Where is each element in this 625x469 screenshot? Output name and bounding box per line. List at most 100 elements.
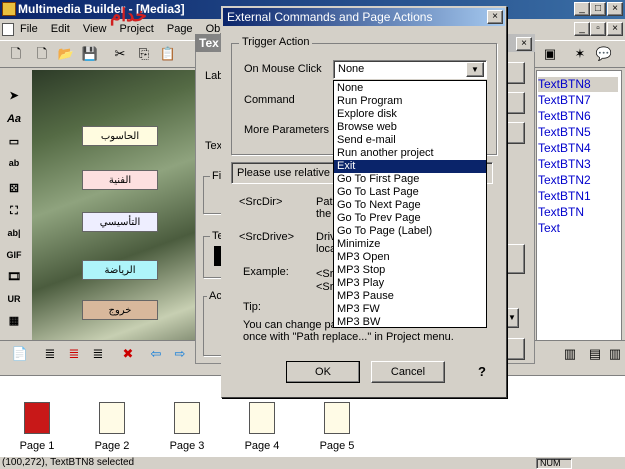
tip-label: Tip:	[243, 301, 261, 313]
object-item[interactable]: TextBTN3	[538, 157, 618, 172]
object-item[interactable]: TextBTN1	[538, 189, 618, 204]
dropdown-option[interactable]: Go To Last Page	[334, 186, 486, 199]
distribute-icon[interactable]: ▤	[585, 344, 605, 364]
wand-icon[interactable]: ✶	[570, 44, 590, 64]
open-icon[interactable]: 📂	[56, 44, 76, 64]
page-label: Page 4	[244, 440, 280, 452]
cut-icon[interactable]: ✂	[110, 44, 130, 64]
page-thumb[interactable]: Page 4	[237, 402, 287, 452]
page-thumb[interactable]: Page 3	[162, 402, 212, 452]
textbutton-tool-icon[interactable]: ab	[3, 152, 25, 174]
object-item[interactable]: TextBTN2	[538, 173, 618, 188]
text-fragment: Tex	[205, 140, 223, 152]
ok-button[interactable]: OK	[286, 361, 360, 383]
document-icon	[2, 23, 14, 36]
dropdown-option[interactable]: MP3 Pause	[334, 290, 486, 303]
dropdown-option[interactable]: MP3 Stop	[334, 264, 486, 277]
canvas-button-math[interactable]: الرياضة	[82, 260, 158, 280]
maximize-icon[interactable]: □	[590, 2, 606, 16]
button-tool-icon[interactable]: ▭	[3, 131, 25, 153]
dropdown-option[interactable]: MP3 Open	[334, 251, 486, 264]
grid-tool-icon[interactable]: ▦	[3, 310, 25, 332]
close-icon[interactable]: ×	[607, 2, 623, 16]
save-icon[interactable]: 💾	[80, 44, 100, 64]
new-page-icon[interactable]: 🗋	[32, 44, 52, 64]
dropdown-option[interactable]: MP3 Play	[334, 277, 486, 290]
dropdown-option[interactable]: Go To Next Page	[334, 199, 486, 212]
child-minimize-icon[interactable]: _	[574, 22, 590, 36]
help-icon[interactable]: ?	[475, 364, 489, 380]
balloon-icon[interactable]: 💬	[594, 44, 614, 64]
paste-icon[interactable]: 📋	[158, 44, 178, 64]
dropdown-option[interactable]: Go To Page (Label)	[334, 225, 486, 238]
dropdown-option[interactable]: None	[334, 82, 486, 95]
child-restore-icon[interactable]: ▫	[590, 22, 606, 36]
dropdown-option[interactable]: Go To Prev Page	[334, 212, 486, 225]
canvas-button-foundation[interactable]: التأسيسي	[82, 212, 158, 232]
side-dropdown-icon[interactable]: ▼	[505, 308, 519, 328]
action-select[interactable]: None	[333, 60, 487, 79]
gif-tool-icon[interactable]: GIF	[3, 244, 25, 266]
bitmap-button-icon[interactable]: ⚄	[3, 178, 25, 200]
video-tool-icon[interactable]: 🎞	[3, 266, 25, 288]
object-item[interactable]: TextBTN8	[538, 77, 618, 92]
dropdown-option[interactable]: MP3 FW	[334, 303, 486, 316]
dropdown-option[interactable]: Go To First Page	[334, 173, 486, 186]
object-item[interactable]: Text	[538, 221, 618, 236]
object-item[interactable]: TextBTN	[538, 205, 618, 220]
menu-view[interactable]: View	[83, 23, 107, 35]
align-icon[interactable]: ▥	[560, 344, 580, 364]
side-button-1[interactable]	[505, 62, 525, 84]
layer-red-icon[interactable]: ≣	[64, 344, 84, 364]
menu-file[interactable]: File	[20, 23, 38, 35]
text-label-icon[interactable]: ab|	[3, 222, 25, 244]
chevron-down-icon[interactable]: ▼	[466, 62, 484, 77]
menu-edit[interactable]: Edit	[51, 23, 70, 35]
menu-page[interactable]: Page	[167, 23, 193, 35]
object-item[interactable]: TextBTN4	[538, 141, 618, 156]
dropdown-option[interactable]: MP3 BW	[334, 316, 486, 329]
dropdown-option[interactable]: Exit	[334, 160, 486, 173]
delete-icon[interactable]: ✖	[118, 344, 138, 364]
picture-icon[interactable]: ▣	[540, 44, 560, 64]
page-thumb[interactable]: Page 5	[312, 402, 362, 452]
object-item[interactable]: TextBTN5	[538, 125, 618, 140]
object-item[interactable]: TextBTN6	[538, 109, 618, 124]
minimize-icon[interactable]: _	[574, 2, 590, 16]
dropdown-option[interactable]: Run another project	[334, 147, 486, 160]
dialog-title: External Commands and Page Actions	[227, 10, 433, 24]
properties-close-icon[interactable]: ×	[516, 37, 532, 51]
page-properties-icon[interactable]: 📄	[10, 344, 30, 364]
copy-icon[interactable]: ⎘	[134, 44, 154, 64]
size-icon[interactable]: ▥	[605, 344, 625, 364]
page-thumb[interactable]: Page 1	[12, 402, 62, 452]
canvas-button-exit[interactable]: خروج	[82, 300, 158, 320]
cancel-button[interactable]: Cancel	[371, 361, 445, 383]
canvas-button-art[interactable]: الفنية	[82, 170, 158, 190]
layer-icon[interactable]: ≣	[40, 344, 60, 364]
side-button-2[interactable]	[505, 92, 525, 114]
dropdown-option[interactable]: Minimize	[334, 238, 486, 251]
dropdown-option[interactable]: Explore disk	[334, 108, 486, 121]
layer-dark-icon[interactable]: ≣	[88, 344, 108, 364]
page-thumb[interactable]: Page 2	[87, 402, 137, 452]
page-label: Page 5	[319, 440, 355, 452]
prev-arrow-icon[interactable]: ⇦	[146, 344, 166, 364]
child-close-icon[interactable]: ×	[607, 22, 623, 36]
side-button-4[interactable]	[505, 244, 525, 274]
dropdown-option[interactable]: Browse web	[334, 121, 486, 134]
canvas-button-computer[interactable]: الحاسوب	[82, 126, 158, 146]
image-tool-icon[interactable]: ⛶	[3, 200, 25, 222]
text-tool-icon[interactable]: Aa	[3, 108, 25, 130]
dropdown-option[interactable]: Run Program	[334, 95, 486, 108]
dropdown-option[interactable]: Send e-mail	[334, 134, 486, 147]
page-icon	[174, 402, 200, 434]
object-item[interactable]: TextBTN7	[538, 93, 618, 108]
side-button-5[interactable]	[505, 338, 525, 360]
new-icon[interactable]: 🗋	[6, 44, 26, 64]
dialog-close-icon[interactable]: ×	[487, 10, 503, 24]
side-button-3[interactable]	[505, 122, 525, 144]
next-arrow-icon[interactable]: ⇨	[170, 344, 190, 364]
url-tool-icon[interactable]: UR	[3, 288, 25, 310]
pointer-icon[interactable]: ➤	[3, 85, 25, 107]
